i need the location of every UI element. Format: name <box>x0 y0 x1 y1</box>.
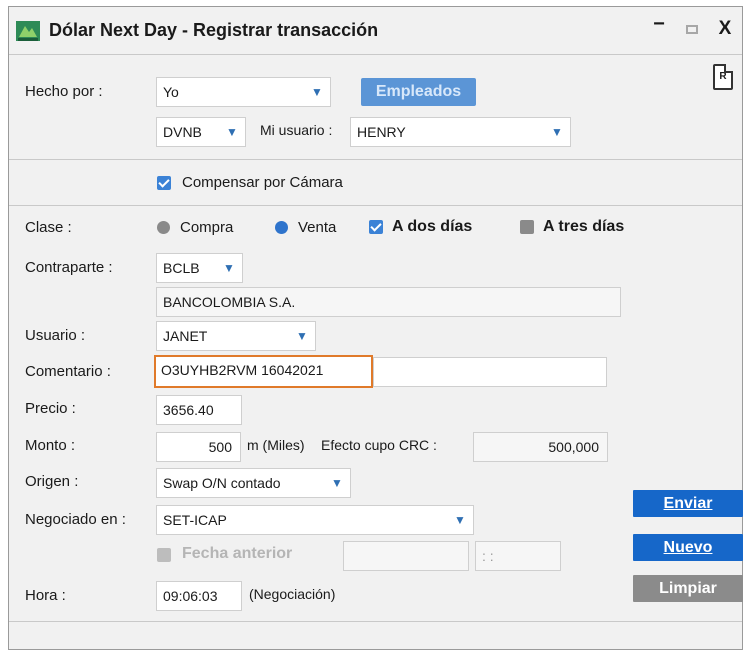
minimize-button[interactable]: − <box>646 13 672 39</box>
compra-label: Compra <box>180 219 234 236</box>
negociado-value: SET-ICAP <box>163 512 227 528</box>
efecto-cupo-field: 500,000 <box>473 432 608 462</box>
efecto-cupo-value: 500,000 <box>548 439 599 455</box>
report-document-icon[interactable]: R <box>713 64 733 90</box>
monto-unit: m (Miles) <box>247 437 305 453</box>
chevron-down-icon: ▼ <box>226 125 238 139</box>
chevron-down-icon: ▼ <box>551 125 563 139</box>
mi-usuario-label: Mi usuario : <box>260 122 333 138</box>
contraparte-name: BANCOLOMBIA S.A. <box>163 294 296 310</box>
radio-venta[interactable] <box>275 221 288 234</box>
hora-note: (Negociación) <box>249 586 336 602</box>
a-tres-dias-label: A tres días <box>543 218 625 235</box>
hora-value: 09:06:03 <box>163 588 218 604</box>
close-button[interactable]: X <box>712 18 738 44</box>
entity-value: DVNB <box>163 124 202 140</box>
nuevo-label: Nuevo <box>663 539 713 556</box>
chevron-down-icon: ▼ <box>454 513 466 527</box>
enviar-label: Enviar <box>663 495 713 512</box>
divider <box>9 205 742 206</box>
monto-label: Monto : <box>25 437 76 454</box>
enviar-button[interactable]: Enviar <box>633 490 743 517</box>
empleados-button[interactable]: Empleados <box>361 78 476 106</box>
monto-input[interactable]: 500 <box>156 432 241 462</box>
contraparte-name-field: BANCOLOMBIA S.A. <box>156 287 621 317</box>
compensar-checkbox[interactable] <box>157 176 171 190</box>
chevron-down-icon: ▼ <box>223 261 235 275</box>
monto-value: 500 <box>208 439 232 455</box>
a-dos-dias-checkbox[interactable] <box>369 220 383 234</box>
mi-usuario-value: HENRY <box>357 124 406 140</box>
fecha-anterior-time-value: : : <box>482 548 494 564</box>
origen-select[interactable]: Swap O/N contado ▼ <box>156 468 351 498</box>
maximize-icon <box>686 25 698 34</box>
divider <box>9 621 742 622</box>
fecha-anterior-time: : : <box>475 541 561 571</box>
negociado-label: Negociado en : <box>25 511 126 528</box>
precio-input[interactable]: 3656.40 <box>156 395 242 425</box>
window-title: Dólar Next Day - Registrar transacción <box>49 20 379 40</box>
precio-value: 3656.40 <box>163 402 214 418</box>
precio-label: Precio : <box>25 400 76 417</box>
contraparte-label: Contraparte : <box>25 259 113 276</box>
comentario-value: O3UYHB2RVM 16042021 <box>161 362 324 378</box>
origen-value: Swap O/N contado <box>163 475 281 491</box>
comentario-input-extension[interactable] <box>373 357 607 387</box>
contraparte-select[interactable]: BCLB ▼ <box>156 253 243 283</box>
usuario-value: JANET <box>163 328 208 344</box>
divider <box>9 159 742 160</box>
chevron-down-icon: ▼ <box>311 85 323 99</box>
hora-label: Hora : <box>25 587 66 604</box>
negociado-select[interactable]: SET-ICAP ▼ <box>156 505 474 535</box>
comentario-input[interactable]: O3UYHB2RVM 16042021 <box>154 355 373 388</box>
mi-usuario-select[interactable]: HENRY ▼ <box>350 117 571 147</box>
a-dos-dias-label: A dos días <box>392 218 473 235</box>
title-bar: Dólar Next Day - Registrar transacción −… <box>9 7 742 55</box>
origen-label: Origen : <box>25 473 79 490</box>
fecha-anterior-date <box>343 541 469 571</box>
comentario-label: Comentario : <box>25 363 111 380</box>
transaction-window: Dólar Next Day - Registrar transacción −… <box>8 6 743 650</box>
chevron-down-icon: ▼ <box>296 329 308 343</box>
compensar-label: Compensar por Cámara <box>182 174 343 191</box>
app-logo-icon <box>16 21 40 41</box>
fecha-anterior-label: Fecha anterior <box>182 545 293 562</box>
contraparte-code: BCLB <box>163 260 200 276</box>
maximize-button[interactable] <box>679 17 705 43</box>
usuario-label: Usuario : <box>25 327 86 344</box>
venta-label: Venta <box>298 219 337 236</box>
fecha-anterior-checkbox[interactable] <box>157 548 171 562</box>
usuario-select[interactable]: JANET ▼ <box>156 321 316 351</box>
hora-input[interactable]: 09:06:03 <box>156 581 242 611</box>
chevron-down-icon: ▼ <box>331 476 343 490</box>
efecto-cupo-label: Efecto cupo CRC : <box>321 437 437 453</box>
hecho-por-label: Hecho por : <box>25 83 103 100</box>
nuevo-button[interactable]: Nuevo <box>633 534 743 561</box>
radio-compra[interactable] <box>157 221 170 234</box>
hecho-por-value: Yo <box>163 84 179 100</box>
clase-label: Clase : <box>25 219 72 236</box>
limpiar-button[interactable]: Limpiar <box>633 575 743 602</box>
entity-select[interactable]: DVNB ▼ <box>156 117 246 147</box>
a-tres-dias-checkbox[interactable] <box>520 220 534 234</box>
hecho-por-select[interactable]: Yo ▼ <box>156 77 331 107</box>
